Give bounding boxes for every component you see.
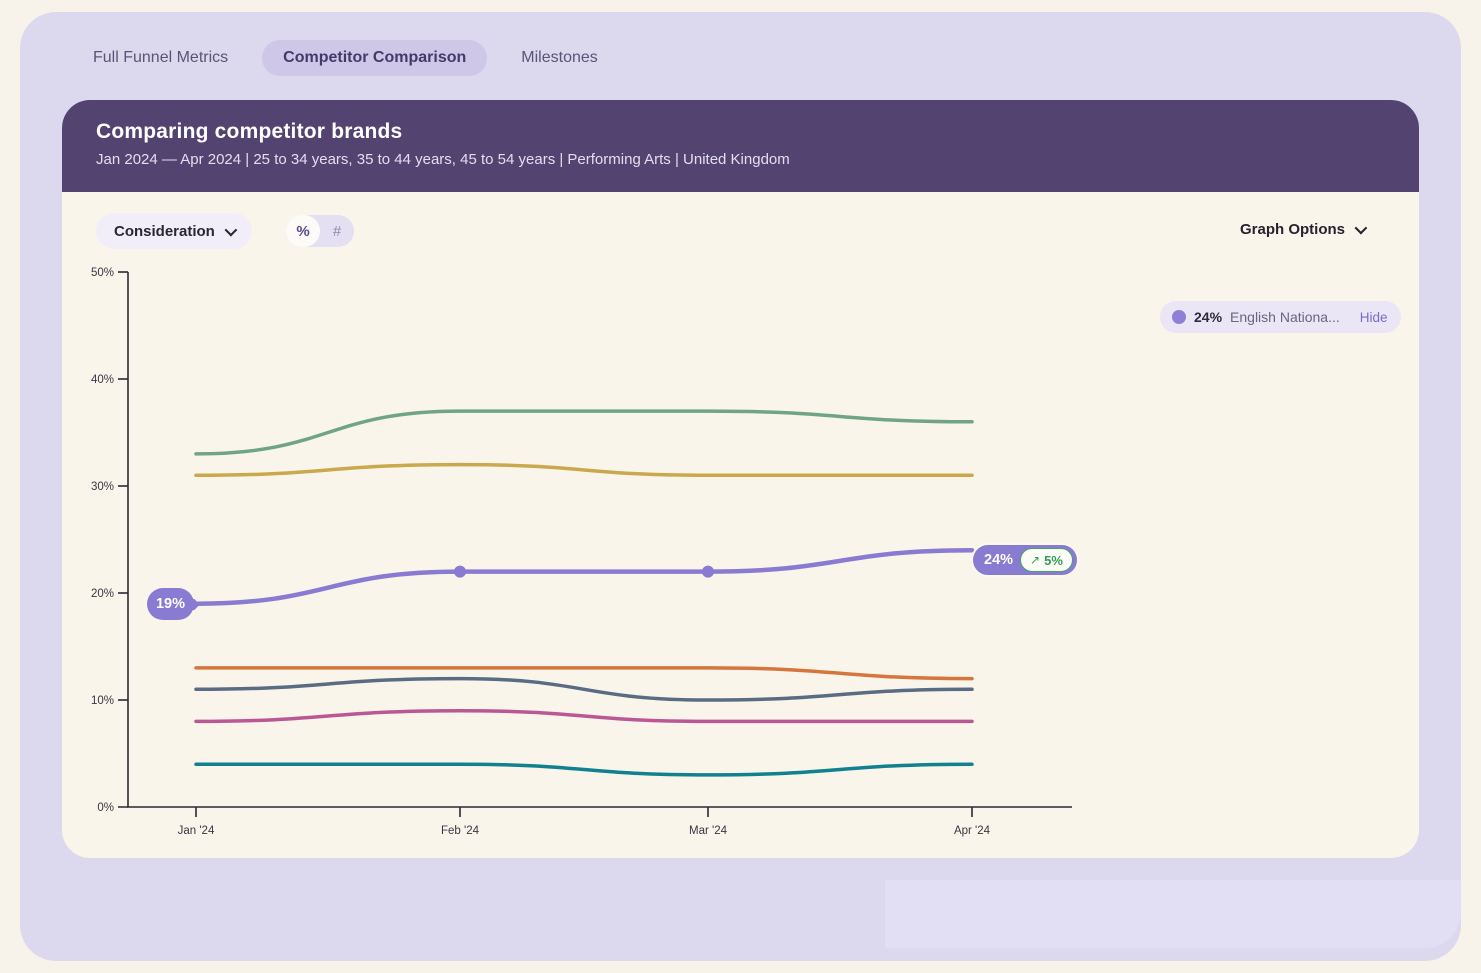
card-header: Comparing competitor brands Jan 2024 — A… — [62, 100, 1419, 192]
metric-dropdown-value: Consideration — [114, 222, 215, 240]
unit-toggle-count[interactable]: # — [320, 215, 354, 247]
y-tick-label: 0% — [97, 802, 114, 814]
unit-toggle: % # — [286, 215, 354, 247]
graph-options-label: Graph Options — [1240, 221, 1345, 238]
tab-competitor-comparison[interactable]: Competitor Comparison — [262, 40, 488, 76]
y-tick-label: 10% — [91, 695, 114, 707]
end-value: 24% — [984, 552, 1014, 568]
series-line — [194, 409, 974, 456]
tab-bar: Full Funnel Metrics Competitor Compariso… — [75, 38, 616, 78]
axis-lines — [127, 272, 1072, 808]
x-tick-label: Mar '24 — [689, 825, 728, 837]
trend-up-arrow-icon: ↗ — [1030, 553, 1041, 567]
legend-item[interactable]: 24% English Nationa... Hide — [1160, 301, 1401, 333]
metric-dropdown[interactable]: Consideration — [96, 213, 252, 249]
delta-value: 5% — [1044, 552, 1063, 568]
y-tick-label: 20% — [91, 588, 114, 600]
legend-value: 24% — [1194, 309, 1223, 325]
series-line — [194, 708, 974, 724]
competitor-comparison-card: Comparing competitor brands Jan 2024 — A… — [62, 100, 1419, 858]
series-line — [194, 666, 974, 681]
series-line — [194, 462, 974, 478]
x-tick-label: Jan '24 — [178, 825, 215, 837]
graph-options-dropdown[interactable]: Graph Options — [1240, 221, 1368, 238]
y-tick-label: 50% — [91, 267, 114, 279]
card-subtitle: Jan 2024 — Apr 2024 | 25 to 34 years, 35… — [96, 151, 790, 168]
x-tick-label: Apr '24 — [954, 825, 991, 837]
bottom-highlight-patch — [885, 880, 1461, 948]
series-end-value-badge: 24% ↗ 5% — [971, 543, 1079, 577]
series-start-value-label: 19% — [147, 588, 194, 620]
legend-series-name: English Nationa... — [1230, 309, 1340, 325]
chevron-down-icon — [1354, 221, 1368, 235]
unit-toggle-percent[interactable]: % — [286, 215, 320, 247]
legend-color-dot — [1172, 310, 1186, 324]
delta-pill: ↗ 5% — [1020, 548, 1073, 572]
series-line — [194, 762, 974, 777]
x-tick-label: Feb '24 — [441, 825, 480, 837]
tab-full-funnel-metrics[interactable]: Full Funnel Metrics — [75, 40, 246, 76]
chart-svg: 0% 10% 20% 30% 40% 50% Jan '24 Feb '24 Mar '24 Ap… — [91, 267, 1072, 837]
y-tick-label: 30% — [91, 481, 114, 493]
tab-milestones[interactable]: Milestones — [503, 40, 615, 76]
series-point-marker — [454, 565, 466, 578]
series-point-marker — [702, 565, 714, 578]
y-tick-label: 40% — [91, 374, 114, 386]
series-line — [194, 676, 974, 702]
dashboard-panel: Full Funnel Metrics Competitor Compariso… — [20, 12, 1461, 961]
legend-hide-button[interactable]: Hide — [1360, 310, 1388, 325]
highlighted-series-line — [193, 547, 975, 606]
chevron-down-icon — [224, 223, 238, 236]
card-title: Comparing competitor brands — [96, 120, 403, 143]
